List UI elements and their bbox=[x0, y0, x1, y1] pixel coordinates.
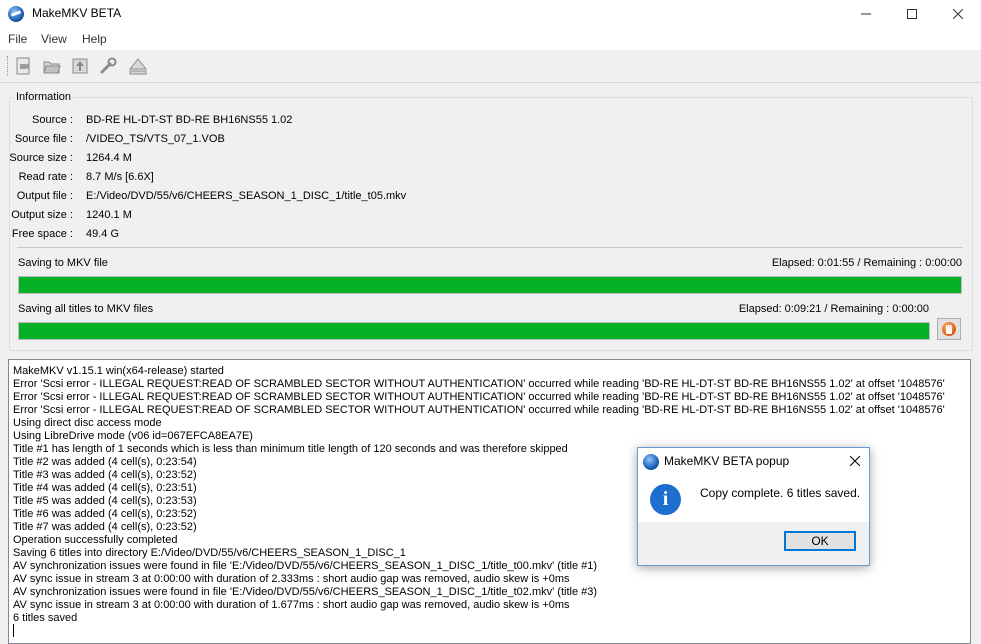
menu-bar: File View Help bbox=[0, 28, 981, 50]
total-progress-label: Saving all titles to MKV files bbox=[18, 303, 154, 315]
info-label: Source size : bbox=[9, 152, 73, 164]
info-label: Output size : bbox=[11, 209, 73, 221]
total-progress-fill bbox=[19, 323, 929, 339]
dialog-close-button[interactable] bbox=[843, 450, 867, 472]
log-line: Operation successfully completed bbox=[13, 534, 178, 546]
info-value: 1264.4 M bbox=[86, 152, 132, 164]
log-line: Using direct disc access mode bbox=[13, 417, 162, 429]
preferences-button[interactable] bbox=[96, 54, 120, 78]
log-line: Saving 6 titles into directory E:/Video/… bbox=[13, 547, 406, 559]
eject-icon bbox=[128, 58, 148, 75]
log-line: Error 'Scsi error - ILLEGAL REQUEST:READ… bbox=[13, 404, 945, 416]
log-line: AV sync issue in stream 3 at 0:00:00 wit… bbox=[13, 573, 570, 585]
maximize-button[interactable] bbox=[889, 0, 935, 28]
minimize-icon bbox=[861, 13, 871, 15]
makemkv-app-icon bbox=[643, 454, 659, 470]
eject-button[interactable] bbox=[126, 54, 150, 78]
open-files-button[interactable] bbox=[12, 54, 36, 78]
backup-disc-icon bbox=[72, 58, 88, 74]
open-folder-icon bbox=[43, 61, 61, 74]
open-file-video-icon bbox=[16, 57, 30, 75]
log-line: Title #3 was added (4 cell(s), 0:23:52) bbox=[13, 469, 197, 481]
close-button[interactable] bbox=[935, 0, 981, 28]
wrench-icon bbox=[100, 57, 117, 74]
open-folder-button[interactable] bbox=[40, 54, 64, 78]
info-value: 49.4 G bbox=[86, 228, 120, 240]
info-value: BD-RE HL-DT-ST BD-RE BH16NS55 1.02 bbox=[86, 114, 293, 126]
makemkv-app-icon bbox=[8, 6, 24, 22]
stop-button[interactable] bbox=[937, 318, 961, 340]
log-line: Title #5 was added (4 cell(s), 0:23:53) bbox=[13, 495, 197, 507]
info-value: /VIDEO_TS/VTS_07_1.VOB bbox=[86, 133, 225, 145]
text-caret bbox=[13, 624, 14, 637]
log-line: Error 'Scsi error - ILLEGAL REQUEST:READ… bbox=[13, 378, 945, 390]
current-progress-label: Saving to MKV file bbox=[18, 257, 108, 269]
info-label: Source file : bbox=[14, 133, 73, 145]
log-line: Using LibreDrive mode (v06 id=067EFCA8EA… bbox=[13, 430, 253, 442]
log-line: 6 titles saved bbox=[13, 612, 78, 624]
toolbar-grip bbox=[7, 56, 10, 76]
log-line: AV synchronization issues were found in … bbox=[13, 560, 598, 572]
title-bar: MakeMKV BETA bbox=[0, 0, 981, 28]
toolbar bbox=[0, 50, 981, 83]
maximize-icon bbox=[907, 9, 917, 19]
dialog-title: MakeMKV BETA popup bbox=[664, 454, 790, 468]
info-label: Source : bbox=[32, 114, 73, 126]
menu-file[interactable]: File bbox=[8, 32, 27, 46]
info-divider bbox=[17, 247, 963, 248]
info-value: 1240.1 M bbox=[86, 209, 132, 221]
stop-hand-icon bbox=[942, 322, 956, 336]
minimize-button[interactable] bbox=[843, 0, 889, 28]
current-progress-elapsed: Elapsed: 0:01:55 / Remaining : 0:00:00 bbox=[771, 257, 962, 269]
window-title: MakeMKV BETA bbox=[32, 6, 122, 20]
info-value: E:/Video/DVD/55/v6/CHEERS_SEASON_1_DISC_… bbox=[86, 190, 407, 202]
log-line: AV synchronization issues were found in … bbox=[13, 586, 598, 598]
backup-button[interactable] bbox=[68, 54, 92, 78]
total-progress-bar bbox=[18, 322, 930, 340]
menu-help[interactable]: Help bbox=[82, 32, 107, 46]
total-progress-elapsed: Elapsed: 0:09:21 / Remaining : 0:00:00 bbox=[738, 303, 929, 315]
information-group-label: Information bbox=[14, 91, 74, 103]
log-line: MakeMKV v1.15.1 win(x64-release) started bbox=[13, 365, 224, 377]
ok-button[interactable]: OK bbox=[784, 531, 856, 551]
info-label: Read rate : bbox=[18, 171, 73, 183]
log-line: Title #6 was added (4 cell(s), 0:23:52) bbox=[13, 508, 197, 520]
dialog-button-bar: OK bbox=[638, 522, 869, 565]
info-label: Output file : bbox=[16, 190, 73, 202]
log-line: Title #1 has length of 1 seconds which i… bbox=[13, 443, 568, 455]
log-line: Title #7 was added (4 cell(s), 0:23:52) bbox=[13, 521, 197, 533]
log-line: Title #2 was added (4 cell(s), 0:23:54) bbox=[13, 456, 197, 468]
info-value: 8.7 M/s [6.6X] bbox=[86, 171, 154, 183]
current-progress-fill bbox=[19, 277, 961, 293]
info-icon: i bbox=[650, 484, 681, 515]
log-line: AV sync issue in stream 3 at 0:00:00 wit… bbox=[13, 599, 570, 611]
log-line: Title #4 was added (4 cell(s), 0:23:51) bbox=[13, 482, 197, 494]
dialog-message: Copy complete. 6 titles saved. bbox=[700, 486, 861, 500]
current-progress-bar bbox=[18, 276, 962, 294]
info-label: Free space : bbox=[11, 228, 73, 240]
menu-view[interactable]: View bbox=[41, 32, 67, 46]
close-icon bbox=[953, 9, 963, 19]
close-icon bbox=[850, 456, 860, 466]
log-line: Error 'Scsi error - ILLEGAL REQUEST:READ… bbox=[13, 391, 945, 403]
popup-dialog: MakeMKV BETA popup i Copy complete. 6 ti… bbox=[637, 447, 870, 566]
